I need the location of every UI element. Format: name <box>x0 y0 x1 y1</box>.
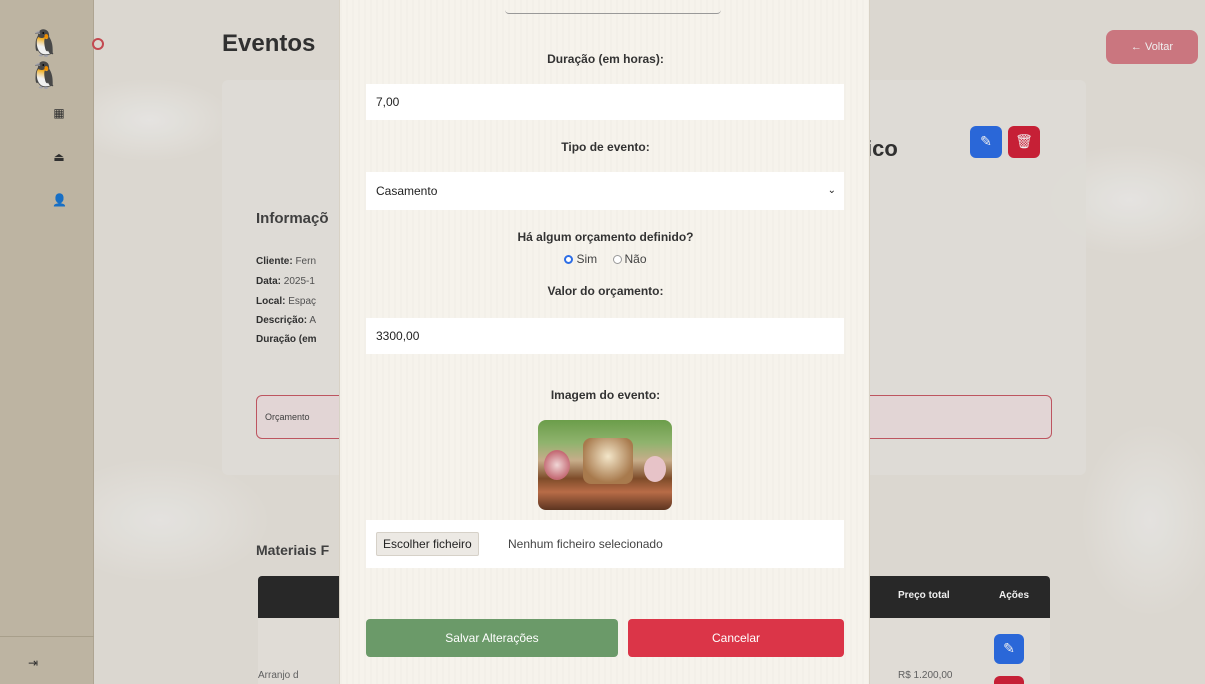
event-type-label: Tipo de evento: <box>561 140 650 154</box>
budget-value-label: Valor do orçamento: <box>547 284 664 298</box>
radio-nao[interactable]: Não <box>612 252 647 266</box>
event-type-select[interactable]: Casamento ⌄ <box>366 172 844 210</box>
modal-top-field-edge <box>505 0 721 14</box>
radio-unchecked-icon <box>612 254 622 264</box>
image-label: Imagem do evento: <box>550 388 661 402</box>
file-status: Nenhum ficheiro selecionado <box>508 537 663 551</box>
radio-checked-icon <box>564 254 574 264</box>
radio-sim[interactable]: Sim <box>564 252 597 266</box>
save-changes-button[interactable]: Salvar Alterações <box>366 619 618 657</box>
file-input[interactable]: Escolher ficheiro Nenhum ficheiro seleci… <box>366 520 844 568</box>
duration-label: Duração (em horas): <box>547 52 664 66</box>
choose-file-button[interactable]: Escolher ficheiro <box>376 532 479 556</box>
budget-value-input[interactable] <box>366 318 844 354</box>
duration-input[interactable] <box>366 84 844 120</box>
event-type-value: Casamento <box>376 184 438 198</box>
event-image-preview <box>538 420 672 510</box>
budget-question: Há algum orçamento definido? <box>517 230 694 244</box>
cancel-button[interactable]: Cancelar <box>628 619 844 657</box>
budget-radio-group: Sim Não <box>340 252 871 267</box>
chevron-down-icon: ⌄ <box>827 185 836 196</box>
radio-nao-label: Não <box>624 252 647 266</box>
edit-event-modal: Duração (em horas): Tipo de evento: Casa… <box>339 0 870 684</box>
radio-sim-label: Sim <box>576 252 598 266</box>
